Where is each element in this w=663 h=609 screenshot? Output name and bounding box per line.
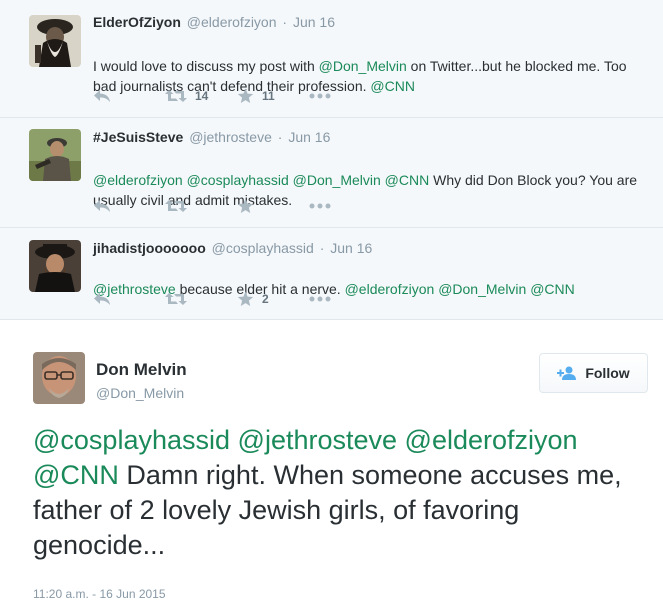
- more-button[interactable]: [309, 93, 381, 99]
- avatar[interactable]: [33, 352, 85, 404]
- retweet-icon: [165, 293, 187, 305]
- fullname[interactable]: ElderOfZiyon: [93, 14, 181, 30]
- tweet-actions: 14 11: [93, 86, 381, 106]
- more-button[interactable]: [309, 203, 381, 209]
- fullname[interactable]: Don Melvin: [96, 360, 187, 380]
- text-part: I would love to discuss my post with: [93, 58, 319, 74]
- reply-icon: [94, 293, 110, 305]
- retweet-icon: [165, 200, 187, 212]
- reply-tweet[interactable]: jihadistjooooooo @cosplayhassid · Jun 16…: [0, 228, 663, 320]
- mention-link[interactable]: @jethrosteve: [238, 425, 397, 455]
- reply-button[interactable]: [93, 89, 165, 103]
- follow-label: Follow: [585, 365, 630, 381]
- username[interactable]: @elderofziyon: [187, 14, 277, 30]
- fullname[interactable]: jihadistjooooooo: [93, 240, 206, 256]
- favorite-count: 11: [262, 89, 275, 103]
- main-tweet: Don Melvin @Don_Melvin Follow @cosplayha…: [0, 320, 663, 609]
- favorite-button[interactable]: [237, 198, 309, 214]
- more-icon: [309, 296, 331, 302]
- favorite-count: 2: [262, 292, 269, 306]
- tweet-header: jihadistjooooooo @cosplayhassid · Jun 16: [93, 240, 372, 256]
- tweet-header: ElderOfZiyon @elderofziyon · Jun 16: [93, 14, 335, 30]
- more-icon: [309, 93, 331, 99]
- more-button[interactable]: [309, 296, 381, 302]
- follow-button[interactable]: Follow: [539, 353, 648, 393]
- retweet-count: 14: [195, 89, 209, 103]
- fullname[interactable]: #JeSuisSteve: [93, 129, 183, 145]
- favorite-button[interactable]: 2: [237, 291, 309, 307]
- timestamp[interactable]: Jun 16: [288, 129, 330, 145]
- avatar[interactable]: [29, 240, 81, 292]
- mention-link[interactable]: @CNN: [530, 281, 575, 297]
- reply-tweet[interactable]: #JeSuisSteve @jethrosteve · Jun 16 @elde…: [0, 118, 663, 228]
- favorite-icon: [237, 291, 254, 306]
- tweet-actions: [93, 196, 381, 216]
- reply-tweet[interactable]: ElderOfZiyon @elderofziyon · Jun 16 I wo…: [0, 0, 663, 118]
- add-user-icon: [557, 366, 577, 380]
- favorite-icon: [237, 88, 254, 103]
- mention-link[interactable]: @elderofziyon: [93, 172, 183, 188]
- reply-button[interactable]: [93, 199, 165, 213]
- reply-icon: [94, 200, 110, 212]
- avatar[interactable]: [29, 15, 81, 67]
- more-icon: [309, 203, 331, 209]
- retweet-button[interactable]: 14: [165, 89, 237, 103]
- mention-link[interactable]: @elderofziyon: [405, 425, 578, 455]
- separator: ·: [282, 14, 288, 30]
- timestamp[interactable]: Jun 16: [330, 240, 372, 256]
- username[interactable]: @cosplayhassid: [212, 240, 314, 256]
- separator: ·: [319, 240, 325, 256]
- text-part: Damn right. When someone accuses me, fat…: [33, 460, 622, 560]
- separator: ·: [277, 129, 283, 145]
- retweet-button[interactable]: [165, 199, 237, 213]
- retweet-icon: [165, 90, 187, 102]
- tweet-timestamp[interactable]: 11:20 a.m. - 16 Jun 2015: [33, 587, 166, 601]
- username[interactable]: @Don_Melvin: [96, 385, 184, 401]
- retweet-button[interactable]: [165, 292, 237, 306]
- reply-button[interactable]: [93, 292, 165, 306]
- favorite-icon: [237, 198, 254, 213]
- tweet-text: @cosplayhassid @jethrosteve @elderofziyo…: [33, 423, 643, 563]
- mention-link[interactable]: @Don_Melvin: [319, 58, 407, 74]
- timestamp[interactable]: Jun 16: [293, 14, 335, 30]
- mention-link[interactable]: @cosplayhassid: [187, 172, 289, 188]
- reply-icon: [94, 90, 110, 102]
- mention-link[interactable]: @CNN: [385, 172, 430, 188]
- tweet-actions: 2: [93, 289, 381, 309]
- mention-link[interactable]: @CNN: [33, 460, 119, 490]
- mention-link[interactable]: @cosplayhassid: [33, 425, 230, 455]
- text-part: [230, 425, 238, 455]
- favorite-button[interactable]: 11: [237, 88, 309, 104]
- username[interactable]: @jethrosteve: [189, 129, 272, 145]
- text-part: [397, 425, 405, 455]
- mention-link[interactable]: @Don_Melvin: [438, 281, 526, 297]
- avatar[interactable]: [29, 129, 81, 181]
- mention-link[interactable]: @Don_Melvin: [293, 172, 381, 188]
- tweet-header: #JeSuisSteve @jethrosteve · Jun 16: [93, 129, 330, 145]
